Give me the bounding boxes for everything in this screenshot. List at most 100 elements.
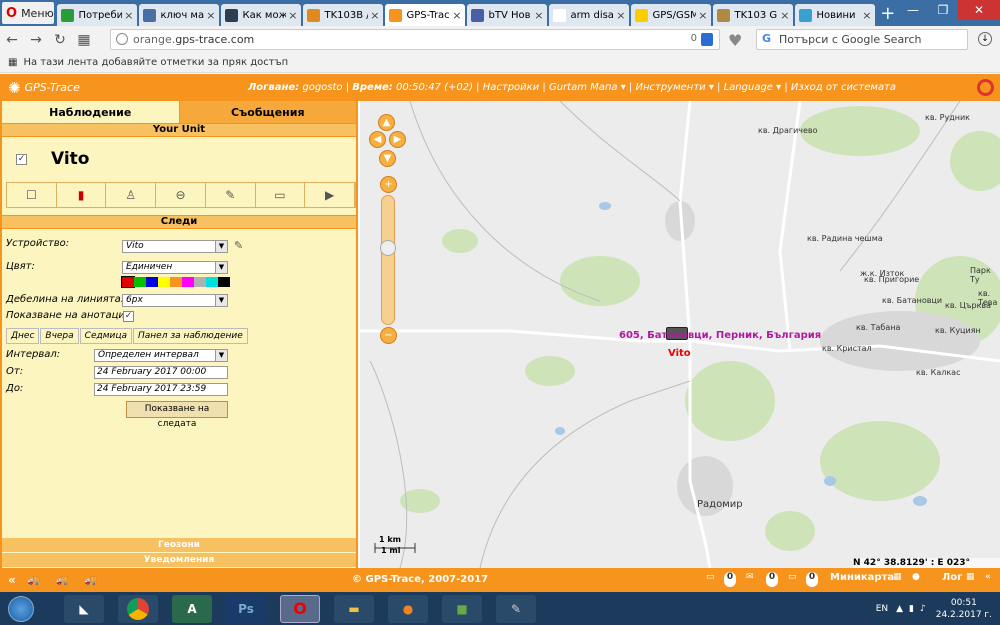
- pan-down-icon[interactable]: ▼: [379, 150, 396, 167]
- close-tab-icon[interactable]: ×: [616, 9, 625, 22]
- pan-left-icon[interactable]: ◀: [369, 131, 386, 148]
- close-tab-icon[interactable]: ×: [780, 9, 789, 22]
- interval-select[interactable]: Определен интервал ▼: [94, 349, 228, 362]
- opera-taskbar-icon[interactable]: O: [280, 594, 320, 623]
- reload-icon[interactable]: ↻: [48, 32, 72, 48]
- palette-swatch[interactable]: [158, 277, 170, 287]
- tab-monitoring-panel[interactable]: Панел за наблюдение: [133, 328, 248, 344]
- browser-tab[interactable]: ключ ма ×: [139, 4, 220, 26]
- device-select[interactable]: Vito ▼: [122, 240, 228, 253]
- browser-tab[interactable]: Новини ×: [795, 4, 876, 26]
- pan-right-icon[interactable]: ▶: [389, 131, 406, 148]
- zoom-handle[interactable]: [380, 240, 396, 256]
- palette-swatch[interactable]: [170, 277, 182, 287]
- palette-swatch[interactable]: [194, 277, 206, 287]
- menu-logout[interactable]: Изход от системата: [791, 82, 896, 93]
- menu-language[interactable]: Language: [724, 82, 773, 93]
- to-date-input[interactable]: 24 February 2017 23:59: [94, 383, 228, 396]
- user-icon[interactable]: ●: [912, 572, 920, 587]
- tracks-section-header[interactable]: Следи: [2, 215, 356, 229]
- palette-swatch[interactable]: [182, 277, 194, 287]
- browser-tab[interactable]: GPS/GSM ×: [631, 4, 712, 26]
- palette-swatch[interactable]: [206, 277, 218, 287]
- close-tab-icon[interactable]: ×: [862, 9, 871, 22]
- tab-yesterday[interactable]: Вчера: [40, 328, 79, 344]
- close-tab-icon[interactable]: ×: [534, 9, 543, 22]
- browser-tab[interactable]: GPS-Trac ×: [385, 4, 466, 26]
- back-icon[interactable]: ←: [0, 32, 24, 48]
- browser-tab[interactable]: Как мож ×: [221, 4, 302, 26]
- minus-icon[interactable]: ⊖: [156, 183, 206, 207]
- zoom-in-icon[interactable]: +: [380, 176, 397, 193]
- gps-trace-logo[interactable]: ✺ GPS-Trace: [0, 79, 90, 97]
- signal-icon[interactable]: ▮: [57, 183, 107, 207]
- opera-menu-button[interactable]: O Меню: [2, 2, 55, 24]
- close-tab-icon[interactable]: ×: [206, 9, 215, 22]
- alerts-icon[interactable]: ▭: [788, 572, 797, 587]
- palette-swatch[interactable]: [218, 277, 230, 287]
- paint-icon[interactable]: ✎: [496, 594, 536, 623]
- new-tab-button[interactable]: +: [877, 2, 898, 24]
- tab-monitoring[interactable]: Наблюдение: [2, 101, 180, 123]
- truck-fast-icon[interactable]: 🚚: [56, 575, 68, 586]
- unit-name[interactable]: Vito: [51, 149, 90, 169]
- clock[interactable]: 00:51 24.2.2017 г.: [936, 597, 992, 621]
- expand-icon[interactable]: «: [985, 572, 991, 587]
- close-tab-icon[interactable]: ×: [452, 9, 461, 22]
- close-tab-icon[interactable]: ×: [370, 9, 379, 22]
- language-indicator[interactable]: EN: [876, 604, 888, 614]
- width-select[interactable]: 6px ▼: [122, 294, 228, 307]
- browser-tab[interactable]: Потреби ×: [57, 4, 138, 26]
- browser-tab[interactable]: arm disa ×: [549, 4, 630, 26]
- from-date-input[interactable]: 24 February 2017 00:00: [94, 366, 228, 379]
- chrome-icon[interactable]: [118, 594, 158, 623]
- checkbox-icon[interactable]: ☐: [7, 183, 57, 207]
- zoom-out-icon[interactable]: −: [380, 327, 397, 344]
- palette-swatch[interactable]: [134, 277, 146, 287]
- forward-icon[interactable]: →: [24, 32, 48, 48]
- close-window-icon[interactable]: ✕: [958, 0, 1000, 20]
- log-grid-icon[interactable]: ▦: [966, 572, 975, 587]
- minimap-toggle[interactable]: Миникарта: [830, 572, 894, 587]
- photoshop-icon[interactable]: Ps: [226, 594, 266, 623]
- tray-arrow-icon[interactable]: ▲: [896, 604, 903, 614]
- menu-tools[interactable]: Инструменти: [635, 82, 705, 93]
- truck-gear-icon[interactable]: 🚚: [85, 575, 97, 586]
- zoom-slider[interactable]: [381, 195, 395, 325]
- close-tab-icon[interactable]: ×: [124, 9, 133, 22]
- color-select[interactable]: Единичен ▼: [122, 261, 228, 274]
- palette-swatch[interactable]: [146, 277, 158, 287]
- download-icon[interactable]: ↓: [978, 32, 992, 46]
- volume-icon[interactable]: ♪: [920, 604, 926, 614]
- palette-swatch[interactable]: [121, 276, 135, 288]
- card-icon[interactable]: ▭: [256, 183, 306, 207]
- maximize-icon[interactable]: ❐: [928, 0, 958, 20]
- sms-icon[interactable]: ✉: [746, 572, 754, 587]
- browser-tab[interactable]: TK103B / ×: [303, 4, 384, 26]
- folder-icon[interactable]: ▬: [334, 594, 374, 623]
- network-icon[interactable]: ▮: [909, 604, 914, 614]
- menu-gurtam-map[interactable]: Gurtam Мапа: [549, 82, 618, 93]
- minimize-icon[interactable]: —: [898, 0, 928, 20]
- annotations-checkbox[interactable]: ✓: [123, 311, 134, 322]
- url-field[interactable]: orange. gps-trace.com 0: [110, 29, 720, 50]
- person-icon[interactable]: ♙: [106, 183, 157, 207]
- browser-tab[interactable]: bTV Нов ×: [467, 4, 548, 26]
- close-tab-icon[interactable]: ×: [288, 9, 297, 22]
- notifications-header[interactable]: Уведомления: [2, 553, 356, 567]
- shield-icon[interactable]: [701, 33, 713, 46]
- pan-up-icon[interactable]: ▲: [378, 114, 395, 131]
- tab-today[interactable]: Днес: [6, 328, 40, 344]
- tab-messages[interactable]: Съобщения: [179, 101, 356, 123]
- start-button[interactable]: [8, 595, 34, 622]
- app-chart-icon[interactable]: A: [172, 594, 212, 623]
- page-info-icon[interactable]: [116, 33, 128, 45]
- browser-tab[interactable]: TK103 GI ×: [713, 4, 794, 26]
- speed-dial-icon[interactable]: ▦: [72, 32, 96, 48]
- close-tab-icon[interactable]: ×: [698, 9, 707, 22]
- show-track-button[interactable]: Показване на следата: [126, 401, 228, 429]
- unit-checkbox[interactable]: ✓: [16, 153, 27, 165]
- collapse-icon[interactable]: «: [8, 573, 16, 587]
- minecraft-icon[interactable]: ■: [442, 594, 482, 623]
- vehicle-name-label[interactable]: Vito: [668, 348, 691, 359]
